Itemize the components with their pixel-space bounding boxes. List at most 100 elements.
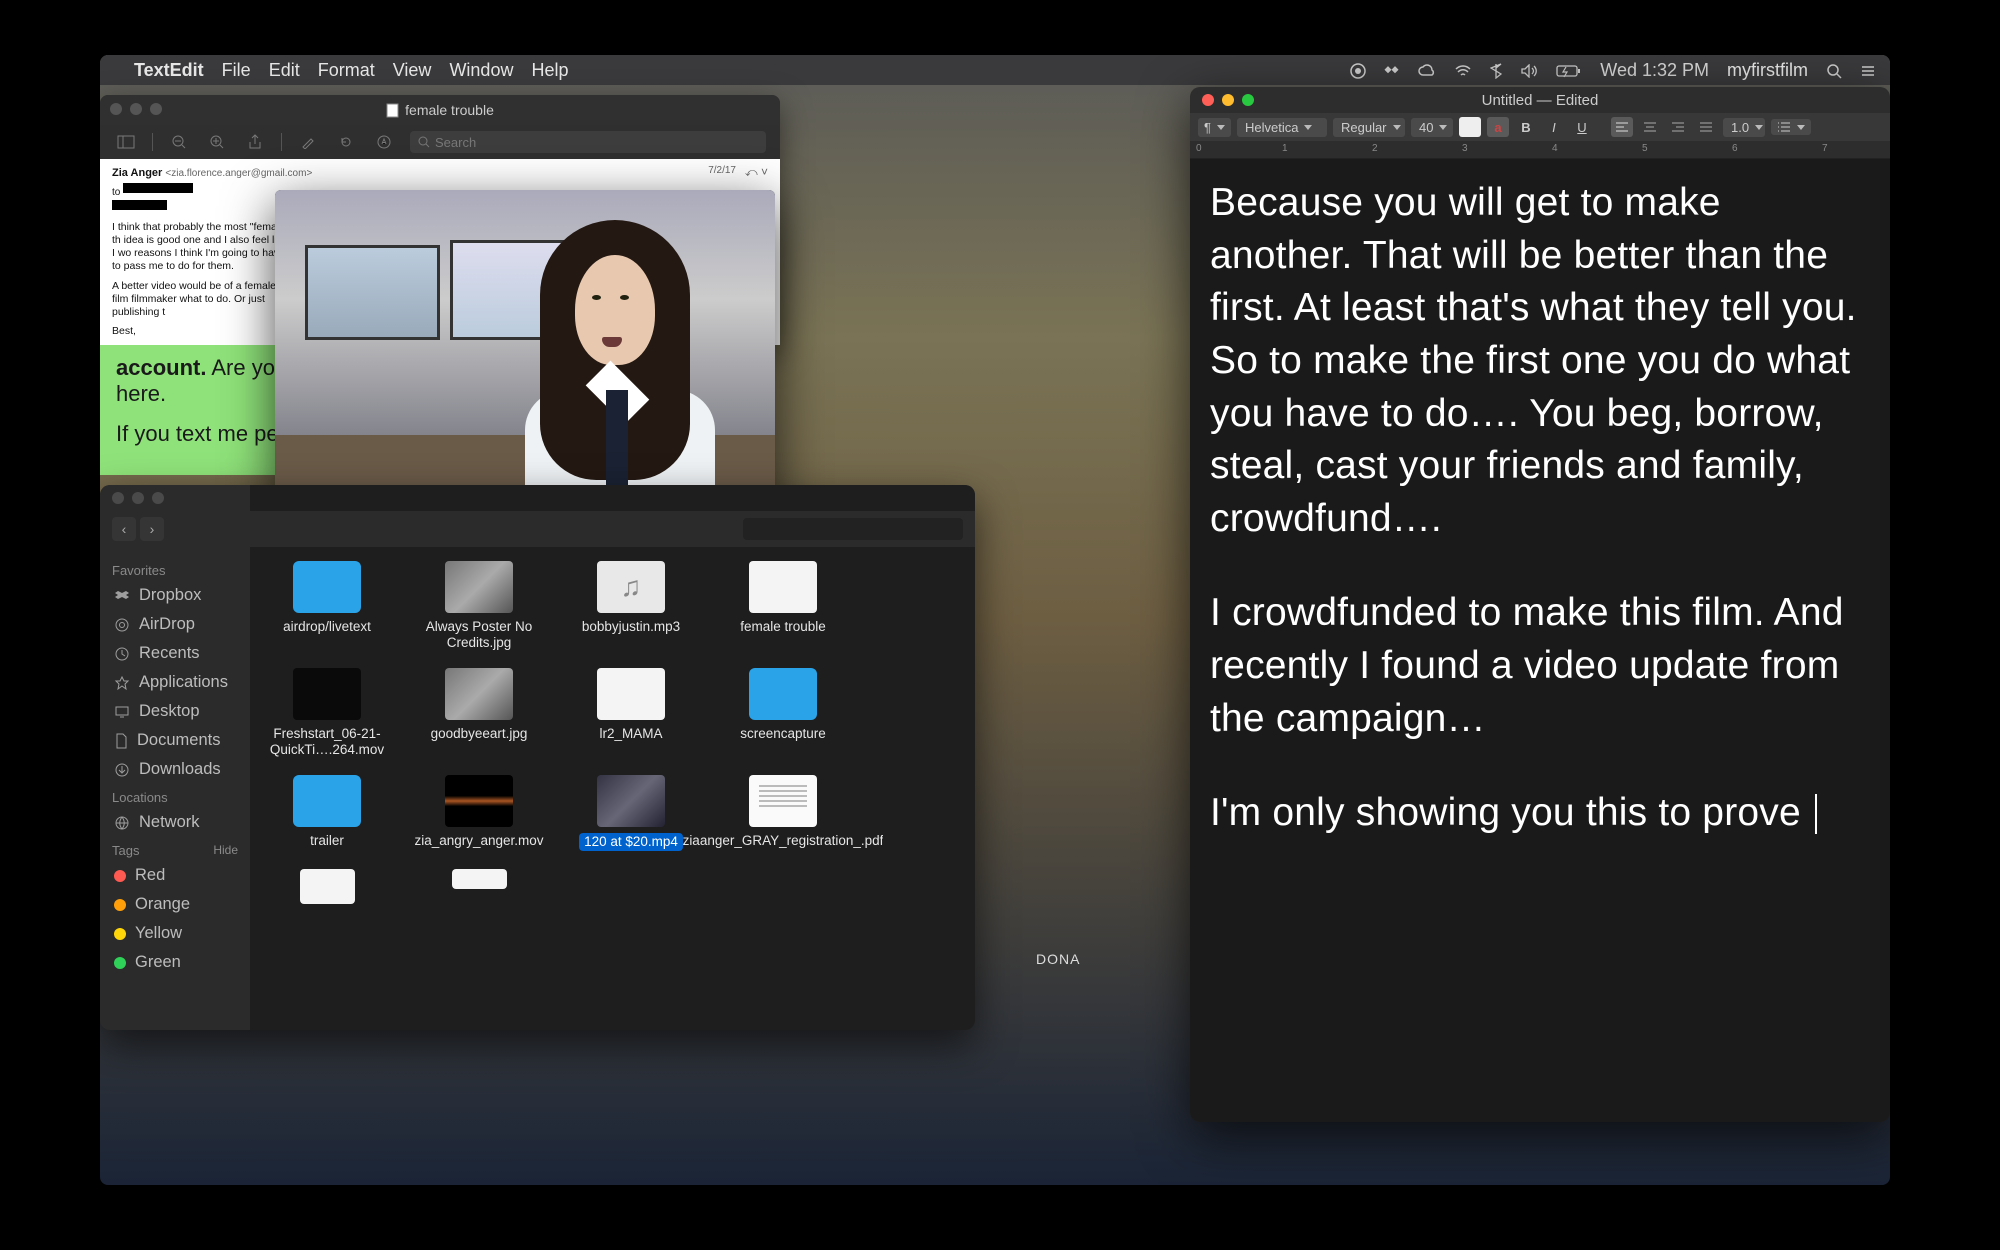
dropbox-status-icon[interactable]: [1384, 60, 1400, 81]
file-item[interactable]: trailer: [262, 775, 392, 851]
wifi-icon[interactable]: [1454, 60, 1472, 81]
email-from-address: <zia.florence.anger@gmail.com>: [165, 168, 312, 179]
file-item-selected[interactable]: 120 at $20.mp4: [566, 775, 696, 851]
font-style-select[interactable]: Regular: [1333, 118, 1405, 137]
zoom-button[interactable]: [150, 103, 162, 115]
minimize-button[interactable]: [130, 103, 142, 115]
menubar: TextEdit File Edit Format View Window He…: [100, 55, 1890, 85]
file-item[interactable]: [262, 869, 392, 910]
sidebar-tag-red[interactable]: Red: [100, 861, 250, 890]
sidebar-item-recents[interactable]: Recents: [100, 639, 250, 668]
close-button[interactable]: [112, 492, 124, 504]
text-cursor: [1815, 794, 1817, 834]
close-button[interactable]: [1202, 94, 1214, 106]
bold-button[interactable]: B: [1515, 117, 1537, 137]
title-text: female trouble: [405, 102, 494, 118]
file-item[interactable]: ziaanger_GRAY_registration_.pdf: [718, 775, 848, 851]
file-item[interactable]: screencapture: [718, 668, 848, 757]
sidebar-item-downloads[interactable]: Downloads: [100, 755, 250, 784]
notification-center-icon[interactable]: [1860, 60, 1876, 81]
sidebar-tag-orange[interactable]: Orange: [100, 890, 250, 919]
sidebar-item-documents[interactable]: Documents: [100, 726, 250, 755]
style-preset-select[interactable]: ¶: [1198, 118, 1231, 137]
menu-help[interactable]: Help: [531, 60, 568, 81]
sidebar-item-dropbox[interactable]: Dropbox: [100, 581, 250, 610]
window-title: female trouble: [100, 95, 780, 125]
sidebar-item-desktop[interactable]: Desktop: [100, 697, 250, 726]
file-item[interactable]: zia_angry_anger.mov: [414, 775, 544, 851]
file-item[interactable]: ♫bobbyjustin.mp3: [566, 561, 696, 650]
app-name[interactable]: TextEdit: [134, 60, 204, 81]
font-size-select[interactable]: 40: [1411, 118, 1453, 137]
file-item[interactable]: [414, 869, 544, 910]
obs-icon[interactable]: [1350, 60, 1366, 81]
font-family-select[interactable]: Helvetica: [1237, 118, 1327, 137]
document-body[interactable]: Because you will get to make another. Th…: [1190, 159, 1890, 1122]
email-paragraph: A better video would be of a female film…: [112, 280, 292, 319]
list-style-select[interactable]: [1771, 119, 1811, 135]
volume-icon[interactable]: [1520, 60, 1538, 81]
window-controls[interactable]: [110, 103, 162, 115]
file-item[interactable]: airdrop/livetext: [262, 561, 392, 650]
highlight-icon[interactable]: [296, 130, 320, 154]
zoom-in-icon[interactable]: [205, 130, 229, 154]
sidebar-tag-green[interactable]: Green: [100, 948, 250, 977]
email-nav-arrows[interactable]: ⤺ ˅: [745, 165, 768, 180]
align-left-button[interactable]: [1611, 117, 1633, 137]
menu-window[interactable]: Window: [449, 60, 513, 81]
minimize-button[interactable]: [132, 492, 144, 504]
redacted-recipient: [123, 183, 193, 193]
sidebar-tag-yellow[interactable]: Yellow: [100, 919, 250, 948]
close-button[interactable]: [110, 103, 122, 115]
file-item[interactable]: female trouble: [718, 561, 848, 650]
zoom-button[interactable]: [1242, 94, 1254, 106]
textedit-window[interactable]: Untitled — Edited ¶ Helvetica Regular 40…: [1190, 87, 1890, 1122]
clock[interactable]: Wed 1:32 PM: [1600, 60, 1709, 81]
sidebar-item-airdrop[interactable]: AirDrop: [100, 610, 250, 639]
search-input[interactable]: Search: [410, 131, 766, 153]
sidebar-item-applications[interactable]: Applications: [100, 668, 250, 697]
rotate-icon[interactable]: [334, 130, 358, 154]
sidebar-item-network[interactable]: Network: [100, 808, 250, 837]
redacted-text: [112, 200, 167, 210]
menu-format[interactable]: Format: [318, 60, 375, 81]
hide-tags-button[interactable]: Hide: [213, 843, 238, 857]
finder-file-grid: airdrop/livetext Always Poster No Credit…: [250, 485, 975, 1030]
minimize-button[interactable]: [1222, 94, 1234, 106]
menu-file[interactable]: File: [222, 60, 251, 81]
sidebar-toggle-icon[interactable]: [114, 130, 138, 154]
file-item[interactable]: Always Poster No Credits.jpg: [414, 561, 544, 650]
align-center-button[interactable]: [1639, 117, 1661, 137]
paragraph: I'm only showing you this to prove: [1210, 787, 1870, 840]
menu-edit[interactable]: Edit: [269, 60, 300, 81]
file-item[interactable]: lr2_MAMA: [566, 668, 696, 757]
file-item[interactable]: Freshstart_06-21-QuickTi….264.mov: [262, 668, 392, 757]
bluetooth-icon[interactable]: [1490, 60, 1502, 81]
text-color-button[interactable]: [1459, 117, 1481, 137]
battery-icon[interactable]: [1556, 60, 1582, 81]
finder-search[interactable]: [743, 518, 963, 540]
highlight-color-button[interactable]: a: [1487, 117, 1509, 137]
align-right-button[interactable]: [1667, 117, 1689, 137]
align-justify-button[interactable]: [1695, 117, 1717, 137]
markup-icon[interactable]: [372, 130, 396, 154]
zoom-out-icon[interactable]: [167, 130, 191, 154]
line-spacing-select[interactable]: 1.0: [1723, 118, 1765, 137]
user-menu[interactable]: myfirstfilm: [1727, 60, 1808, 81]
paragraph: Because you will get to make another. Th…: [1210, 177, 1870, 545]
back-button[interactable]: ‹: [112, 517, 136, 541]
sidebar-heading-favorites: Favorites: [100, 557, 250, 581]
share-icon[interactable]: [243, 130, 267, 154]
finder-toolbar: ‹ ›: [100, 511, 975, 547]
ruler[interactable]: 0 1 2 3 4 5 6 7: [1190, 141, 1890, 159]
underline-button[interactable]: U: [1571, 117, 1593, 137]
zoom-button[interactable]: [152, 492, 164, 504]
menu-view[interactable]: View: [393, 60, 432, 81]
italic-button[interactable]: I: [1543, 117, 1565, 137]
spotlight-icon[interactable]: [1826, 60, 1842, 81]
forward-button[interactable]: ›: [140, 517, 164, 541]
preview-toolbar: Search: [100, 125, 780, 159]
creative-cloud-icon[interactable]: [1418, 60, 1436, 81]
finder-window[interactable]: ‹ › Favorites Dropbox AirDrop Recents Ap…: [100, 485, 975, 1030]
file-item[interactable]: goodbyeeart.jpg: [414, 668, 544, 757]
